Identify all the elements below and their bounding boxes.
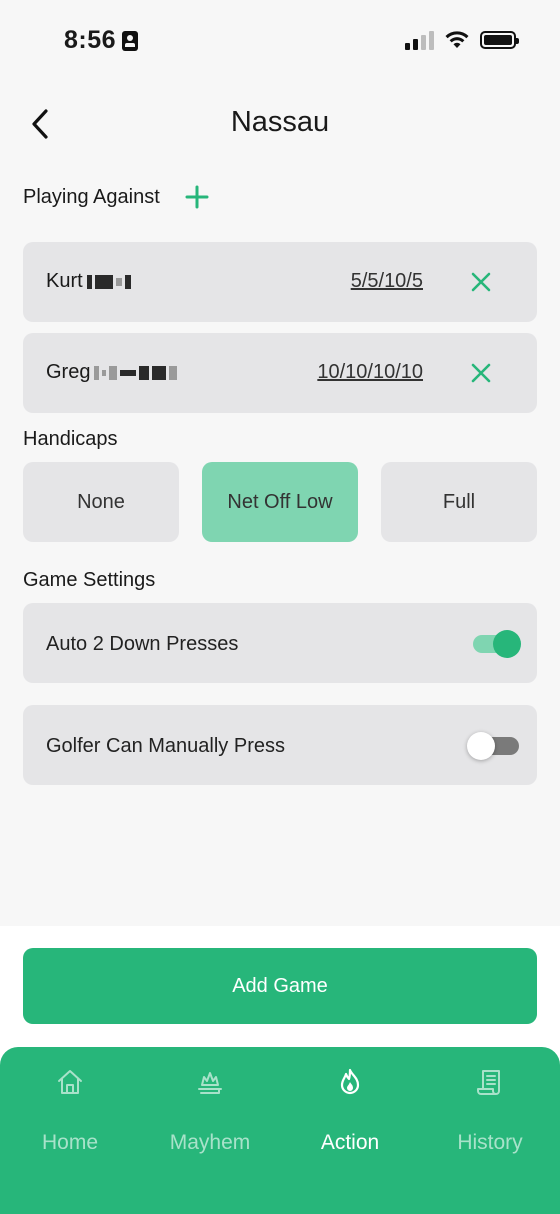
handicap-option-net-off-low[interactable]: Net Off Low bbox=[202, 462, 358, 542]
tab-action[interactable]: Action bbox=[280, 1065, 420, 1155]
tab-mayhem[interactable]: Mayhem bbox=[140, 1065, 280, 1155]
scroll-icon bbox=[477, 1070, 500, 1095]
player-card-kurt[interactable]: Kurt 5/5/10/5 bbox=[23, 242, 537, 322]
player-name: Greg bbox=[46, 361, 178, 384]
setting-label: Auto 2 Down Presses bbox=[46, 633, 239, 655]
tab-label: Action bbox=[320, 1131, 380, 1154]
tab-label: History bbox=[457, 1131, 523, 1154]
wifi-icon bbox=[445, 31, 469, 48]
tab-label: Mayhem bbox=[169, 1131, 251, 1154]
redacted-surname bbox=[86, 274, 131, 289]
tab-bar: Home Mayhem Action History bbox=[0, 1047, 560, 1214]
remove-player-x-icon[interactable] bbox=[469, 270, 493, 294]
player-name: Kurt bbox=[46, 270, 131, 293]
tab-label: Home bbox=[41, 1131, 99, 1154]
setting-auto-2-down-presses: Auto 2 Down Presses bbox=[23, 603, 537, 683]
tab-home[interactable]: Home bbox=[0, 1065, 140, 1155]
battery-icon bbox=[480, 31, 519, 49]
handicap-option-none[interactable]: None bbox=[23, 462, 179, 542]
auto-press-toggle[interactable] bbox=[471, 629, 521, 658]
player-stakes-link[interactable]: 10/10/10/10 bbox=[317, 361, 423, 384]
add-player-plus-icon[interactable] bbox=[184, 184, 210, 210]
status-bar: 8:56 bbox=[0, 0, 560, 84]
page-title: Nassau bbox=[230, 106, 330, 138]
header: Nassau bbox=[0, 100, 560, 150]
remove-player-x-icon[interactable] bbox=[469, 361, 493, 385]
redacted-surname bbox=[94, 365, 178, 380]
setting-manual-press: Golfer Can Manually Press bbox=[23, 705, 537, 785]
handicap-option-full[interactable]: Full bbox=[381, 462, 537, 542]
player-stakes-link[interactable]: 5/5/10/5 bbox=[351, 270, 423, 293]
add-game-button[interactable]: Add Game bbox=[23, 948, 537, 1024]
cellular-signal-icon bbox=[405, 30, 434, 50]
handicaps-label: Handicaps bbox=[23, 428, 118, 450]
status-indicators bbox=[405, 30, 519, 50]
status-time: 8:56 bbox=[64, 26, 139, 55]
mayhem-icon bbox=[198, 1072, 222, 1094]
playing-against-label: Playing Against bbox=[23, 186, 160, 208]
flame-icon bbox=[340, 1068, 360, 1095]
clock-text: 8:56 bbox=[64, 26, 117, 54]
game-settings-label: Game Settings bbox=[23, 569, 156, 591]
player-card-greg[interactable]: Greg 10/10/10/10 bbox=[23, 333, 537, 413]
home-icon bbox=[58, 1070, 82, 1094]
setting-label: Golfer Can Manually Press bbox=[46, 735, 285, 757]
manual-press-toggle[interactable] bbox=[467, 731, 519, 760]
contact-card-icon bbox=[122, 30, 139, 51]
tab-history[interactable]: History bbox=[420, 1065, 560, 1155]
